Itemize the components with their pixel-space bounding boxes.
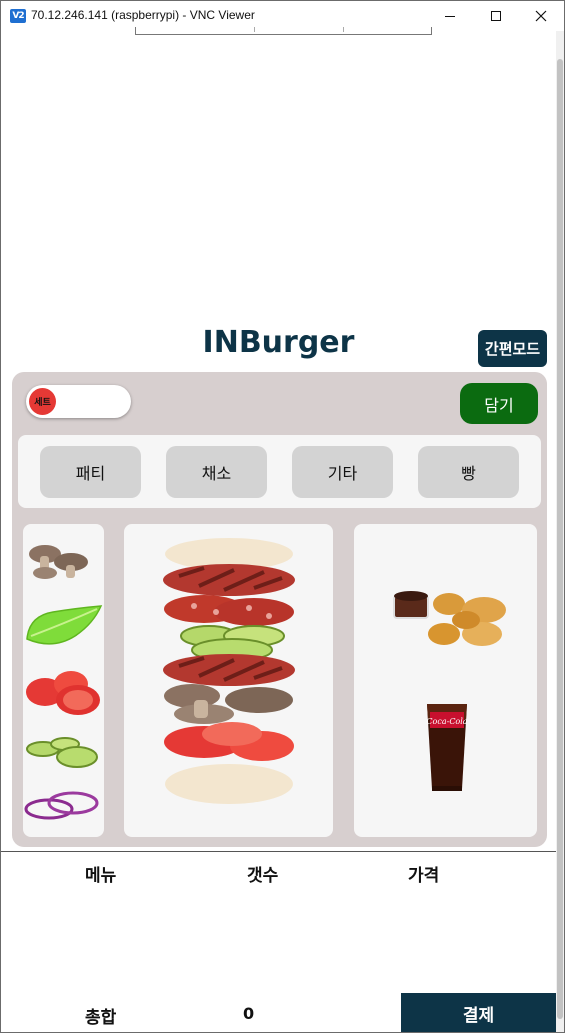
nuggets-icon[interactable]	[393, 591, 506, 646]
patty-layer	[163, 564, 295, 596]
set-toggle[interactable]: 세트	[26, 385, 131, 418]
burger-preview	[124, 524, 333, 837]
header-price: 가격	[408, 866, 440, 886]
patty-layer-2	[163, 654, 295, 686]
mushroom-layer	[164, 684, 293, 724]
header-quantity: 갯수	[247, 866, 279, 886]
category-bun-button[interactable]: 빵	[418, 446, 519, 498]
maximize-button[interactable]	[473, 1, 519, 31]
side-icons: Coca-Cola	[393, 591, 506, 791]
salami-layer	[164, 595, 294, 626]
svg-text:Coca-Cola: Coca-Cola	[426, 717, 467, 726]
header-menu: 메뉴	[85, 866, 117, 886]
vnc-viewer-window: V2 70.12.246.141 (raspberrypi) - VNC Vie…	[0, 0, 565, 1033]
burger-stack	[163, 538, 295, 804]
close-icon	[535, 10, 547, 22]
ingredient-list	[23, 524, 104, 837]
vnc-toolbar-tab[interactable]	[135, 27, 432, 35]
mushroom-icon[interactable]	[29, 545, 88, 579]
cola-icon[interactable]: Coca-Cola	[426, 704, 468, 791]
total-label: 총합	[85, 1008, 117, 1028]
side-menu-list: Coca-Cola	[354, 524, 537, 837]
minimize-icon	[445, 15, 455, 17]
close-button[interactable]	[518, 1, 564, 31]
lettuce-icon[interactable]	[26, 605, 103, 645]
scrollbar-thumb[interactable]	[557, 59, 563, 1019]
total-value: 0	[243, 1004, 255, 1023]
pay-button[interactable]: 결제	[401, 993, 556, 1032]
ingredient-icons	[24, 545, 103, 820]
pickle-icon[interactable]	[26, 737, 98, 768]
add-to-cart-button[interactable]: 담기	[460, 383, 538, 424]
app-title: INBurger	[202, 325, 355, 360]
simple-mode-button[interactable]: 간편모드	[478, 330, 547, 367]
category-vegetable-button[interactable]: 채소	[166, 446, 267, 498]
bun-bottom-layer	[165, 764, 293, 804]
tomato-icon[interactable]	[26, 671, 100, 715]
category-etc-button[interactable]: 기타	[292, 446, 393, 498]
tomato-layer	[164, 722, 294, 761]
order-divider	[1, 851, 556, 852]
vnc-app-icon: V2	[10, 9, 26, 23]
onion-icon[interactable]	[24, 791, 99, 820]
window-title: 70.12.246.141 (raspberrypi) - VNC Viewer	[31, 8, 255, 22]
set-toggle-knob: 세트	[29, 388, 56, 415]
category-patty-button[interactable]: 패티	[40, 446, 141, 498]
minimize-button[interactable]	[427, 1, 473, 31]
maximize-icon	[491, 11, 501, 21]
vertical-scrollbar[interactable]	[556, 31, 564, 1032]
